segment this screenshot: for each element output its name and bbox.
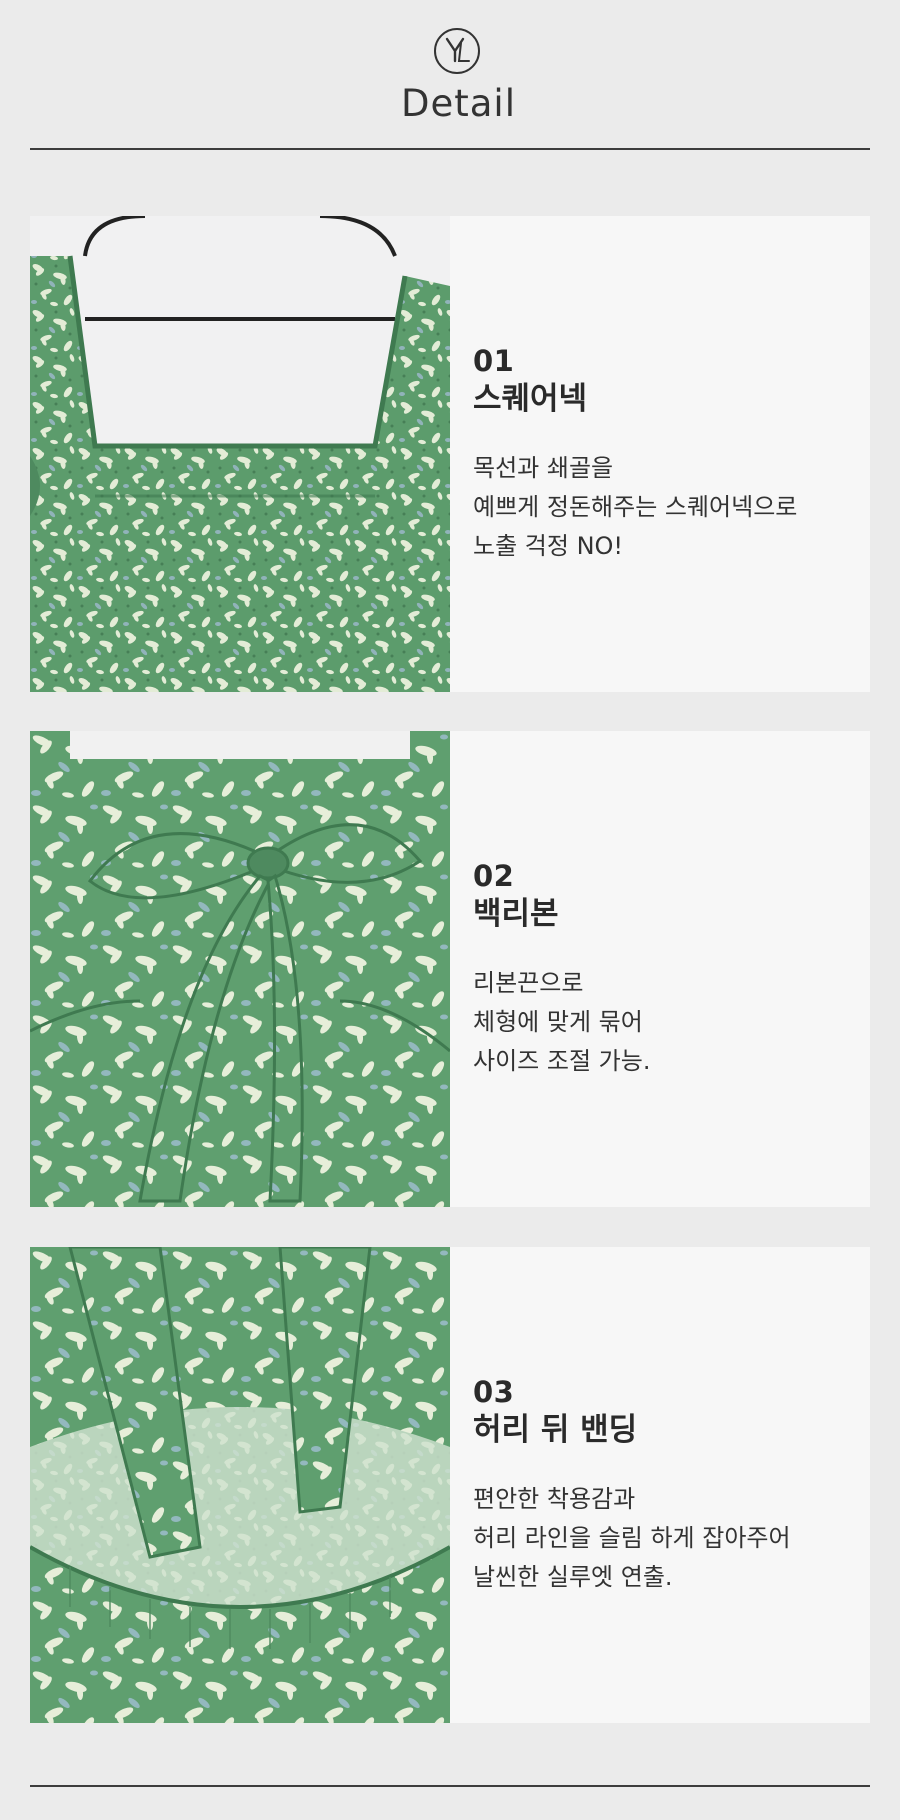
detail-number: 01 [473, 343, 515, 378]
detail-heading: 스퀘어넥 [473, 380, 588, 417]
yl-logo-icon [434, 28, 480, 74]
detail-number: 02 [473, 858, 515, 893]
detail-heading: 백리본 [473, 895, 559, 932]
detail-description: 리본끈으로 체형에 맞게 묶어 사이즈 조절 가능. [473, 964, 850, 1081]
description-line: 목선과 쇄골을 [473, 453, 614, 482]
detail-card-square-neck: 01 스퀘어넥 목선과 쇄골을 예쁘게 정돈해주는 스퀘어넥으로 노출 걱정 N… [30, 216, 870, 692]
waist-banding-photo [30, 1247, 450, 1723]
description-line: 체형에 맞게 묶어 [473, 1007, 643, 1036]
square-neck-photo [30, 216, 450, 692]
detail-description: 편안한 착용감과 허리 라인을 슬림 하게 잡아주어 날씬한 실루엣 연출. [473, 1480, 850, 1597]
detail-heading: 허리 뒤 밴딩 [473, 1411, 638, 1448]
description-line: 노출 걱정 NO! [473, 531, 624, 560]
description-line: 리본끈으로 [473, 968, 584, 997]
page-title: Detail [401, 82, 516, 125]
detail-card-waist-banding: 03 허리 뒤 밴딩 편안한 착용감과 허리 라인을 슬림 하게 잡아주어 날씬… [30, 1247, 870, 1723]
detail-description: 목선과 쇄골을 예쁘게 정돈해주는 스퀘어넥으로 노출 걱정 NO! [473, 449, 850, 566]
description-line: 허리 라인을 슬림 하게 잡아주어 [473, 1523, 791, 1552]
detail-card-back-ribbon: 02 백리본 리본끈으로 체형에 맞게 묶어 사이즈 조절 가능. [30, 731, 870, 1207]
back-ribbon-photo [30, 731, 450, 1207]
description-line: 날씬한 실루엣 연출. [473, 1562, 673, 1591]
description-line: 편안한 착용감과 [473, 1484, 636, 1513]
header-divider [30, 148, 870, 150]
description-line: 사이즈 조절 가능. [473, 1046, 651, 1075]
detail-number: 03 [473, 1374, 515, 1409]
description-line: 예쁘게 정돈해주는 스퀘어넥으로 [473, 492, 798, 521]
footer-divider [30, 1785, 870, 1787]
